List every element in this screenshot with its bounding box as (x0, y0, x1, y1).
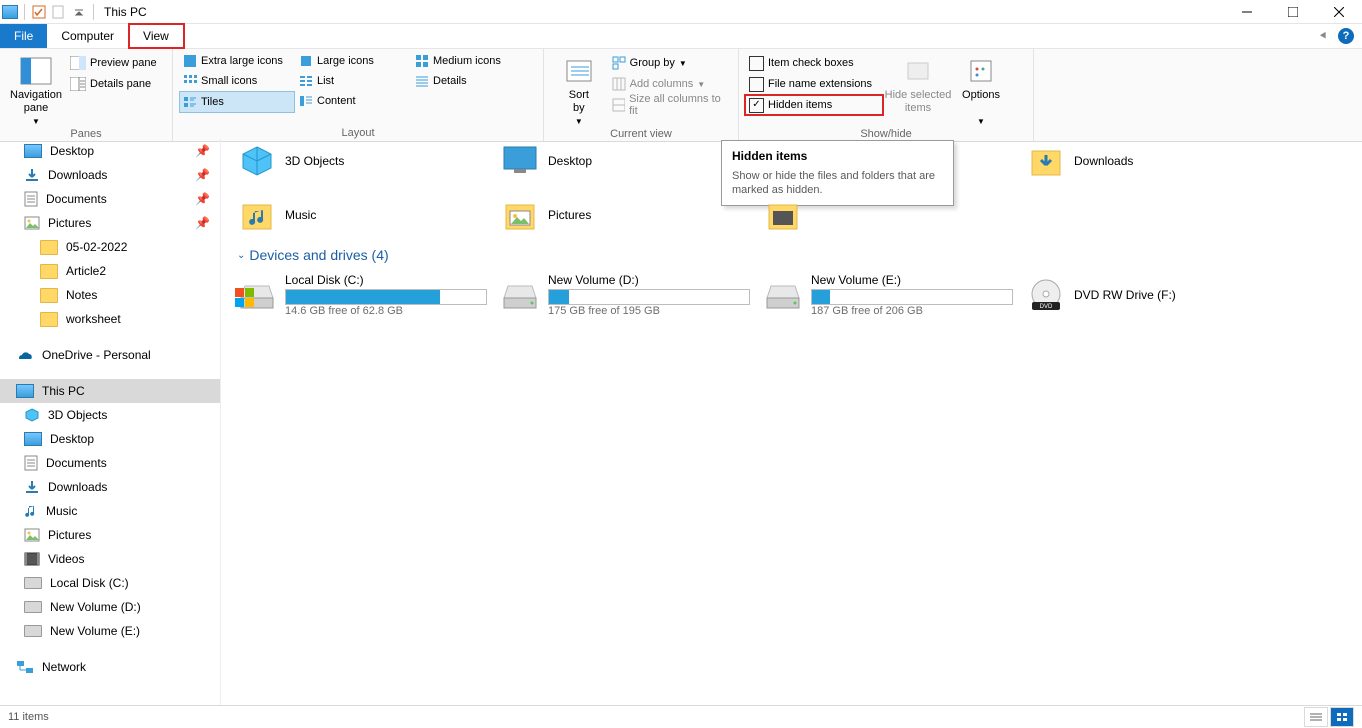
nav-thispc-3d-objects[interactable]: 3D Objects (0, 403, 220, 427)
nav-quick-notes[interactable]: Notes (0, 283, 220, 307)
folder-tile-downloads[interactable]: Downloads (1020, 135, 1263, 187)
drive-tile-c[interactable]: Local Disk (C:)14.6 GB free of 62.8 GB (231, 269, 474, 321)
nav-network[interactable]: Network (0, 655, 220, 679)
options-button[interactable]: Options▼ (953, 51, 1009, 128)
navigation-pane[interactable]: Desktop📌Downloads📌Documents📌Pictures📌05-… (0, 139, 221, 705)
tab-computer[interactable]: Computer (47, 24, 129, 48)
layout-small[interactable]: Small icons (179, 71, 295, 91)
group-panes: Navigation pane▼ Preview pane Details pa… (0, 49, 173, 141)
layout-tiles[interactable]: Tiles (179, 91, 295, 113)
details-pane-button[interactable]: Details pane (66, 74, 161, 94)
folder-tile-desktop[interactable]: Desktop (494, 135, 737, 187)
nav-this-pc[interactable]: This PC (0, 379, 220, 403)
nav-thispc-local-disk-c-[interactable]: Local Disk (C:) (0, 571, 220, 595)
view-details-icon[interactable] (1304, 707, 1328, 727)
folder-tile-3d-objects[interactable]: 3D Objects (231, 135, 474, 187)
sort-by-button[interactable]: Sort by▼ (550, 51, 608, 128)
ribbon-tabs: File Computer View ⯇ ? (0, 24, 1362, 49)
content-area[interactable]: 3D ObjectsDesktopDownloads MusicPictures… (221, 139, 1362, 705)
drive-tile-f[interactable]: DVDDVD RW Drive (F:) (1020, 269, 1263, 321)
nav-quick-downloads[interactable]: Downloads📌 (0, 163, 220, 187)
nav-pane-label: Navigation pane (10, 89, 62, 115)
nav-thispc-pictures[interactable]: Pictures (0, 523, 220, 547)
add-columns-button: Add columns ▼ (608, 74, 732, 94)
svg-text:DVD: DVD (1040, 304, 1053, 310)
folder-tile-music[interactable]: Music (231, 189, 474, 241)
nav-onedrive[interactable]: OneDrive - Personal (0, 343, 220, 367)
group-by-button[interactable]: Group by ▼ (608, 53, 732, 73)
close-button[interactable] (1316, 0, 1362, 23)
ribbon: Navigation pane▼ Preview pane Details pa… (0, 49, 1362, 142)
group-current-view: Sort by▼ Group by ▼ Add columns ▼ Size a… (544, 49, 739, 141)
status-bar: 11 items (0, 705, 1362, 728)
help-icon[interactable]: ? (1338, 28, 1354, 44)
nav-thispc-new-volume-d-[interactable]: New Volume (D:) (0, 595, 220, 619)
nav-quick-desktop[interactable]: Desktop📌 (0, 139, 220, 163)
maximize-button[interactable] (1270, 0, 1316, 23)
group-show-hide: Item check boxes File name extensions ✓H… (739, 49, 1034, 141)
tab-view[interactable]: View (129, 24, 184, 48)
size-all-columns-button: Size all columns to fit (608, 95, 732, 115)
preview-pane-button[interactable]: Preview pane (66, 53, 161, 73)
app-icon (2, 4, 18, 20)
layout-content[interactable]: Content (295, 91, 411, 111)
nav-quick-worksheet[interactable]: worksheet (0, 307, 220, 331)
folder-tile-pictures[interactable]: Pictures (494, 189, 737, 241)
nav-thispc-desktop[interactable]: Desktop (0, 427, 220, 451)
nav-quick-article2[interactable]: Article2 (0, 259, 220, 283)
item-check-boxes-toggle[interactable]: Item check boxes (745, 53, 883, 73)
folder-tile-videos-partial[interactable] (757, 189, 1000, 241)
nav-quick-05-02-2022[interactable]: 05-02-2022 (0, 235, 220, 259)
group-layout: Extra large icons Large icons Medium ico… (173, 49, 544, 141)
layout-extra-large[interactable]: Extra large icons (179, 51, 295, 71)
qat-blank-icon[interactable] (51, 4, 67, 20)
minimize-ribbon-icon[interactable]: ⯇ (1318, 29, 1328, 44)
drive-tile-e[interactable]: New Volume (E:)187 GB free of 206 GB (757, 269, 1000, 321)
hidden-items-toggle[interactable]: ✓Hidden items (745, 95, 883, 115)
nav-quick-pictures[interactable]: Pictures📌 (0, 211, 220, 235)
layout-medium[interactable]: Medium icons (411, 51, 527, 71)
qat-dropdown-icon[interactable] (71, 4, 87, 20)
title-bar: This PC (0, 0, 1362, 24)
section-devices-drives[interactable]: ⌄Devices and drives (4) (231, 241, 1362, 269)
layout-large[interactable]: Large icons (295, 51, 411, 71)
status-item-count: 11 items (8, 711, 49, 723)
qat-checkbox-icon[interactable] (31, 4, 47, 20)
navigation-pane-button[interactable]: Navigation pane▼ (6, 51, 66, 128)
view-tiles-icon[interactable] (1330, 707, 1354, 727)
nav-thispc-music[interactable]: Music (0, 499, 220, 523)
file-name-extensions-toggle[interactable]: File name extensions (745, 74, 883, 94)
minimize-button[interactable] (1224, 0, 1270, 23)
window-title: This PC (104, 5, 147, 19)
nav-thispc-downloads[interactable]: Downloads (0, 475, 220, 499)
drive-tile-d[interactable]: New Volume (D:)175 GB free of 195 GB (494, 269, 737, 321)
nav-thispc-videos[interactable]: Videos (0, 547, 220, 571)
layout-details[interactable]: Details (411, 71, 527, 91)
nav-thispc-documents[interactable]: Documents (0, 451, 220, 475)
nav-thispc-new-volume-e-[interactable]: New Volume (E:) (0, 619, 220, 643)
hide-selected-items-button: Hide selected items (883, 51, 953, 128)
tab-file[interactable]: File (0, 24, 47, 48)
layout-list[interactable]: List (295, 71, 411, 91)
nav-quick-documents[interactable]: Documents📌 (0, 187, 220, 211)
